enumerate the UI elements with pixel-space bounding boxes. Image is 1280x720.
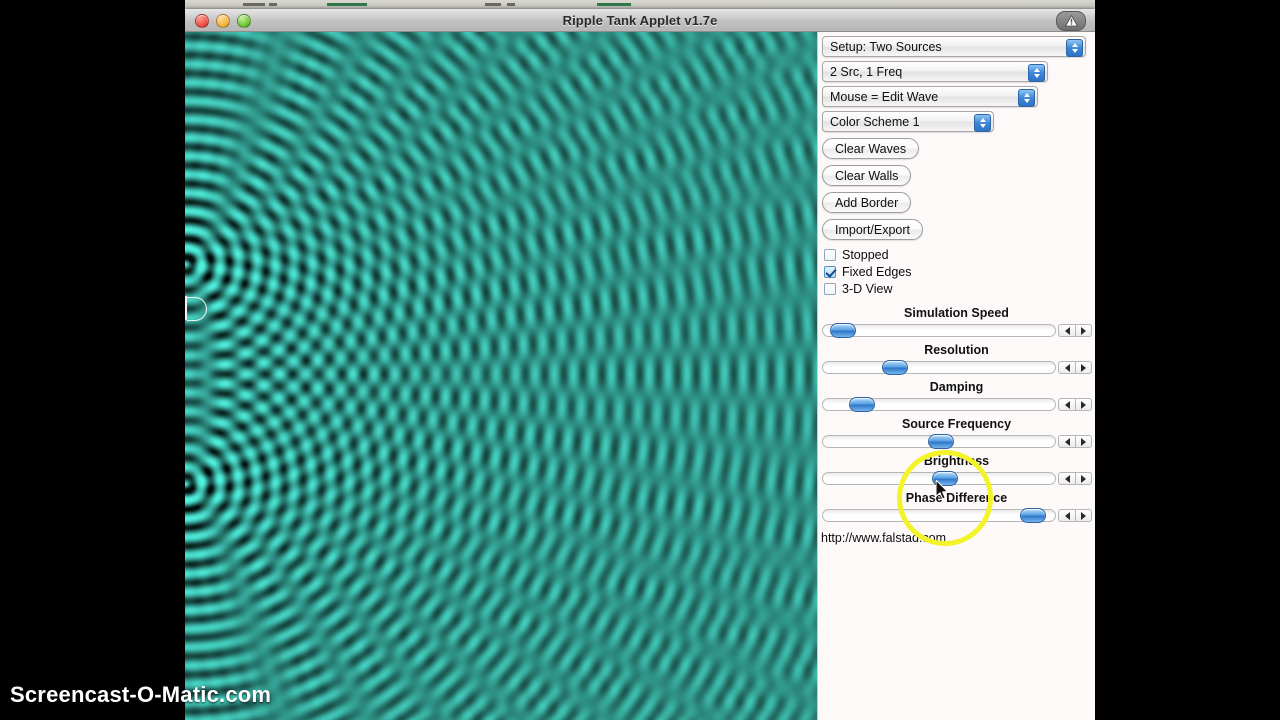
color-scheme-popup-label: Color Scheme 1 bbox=[830, 114, 920, 129]
screencast-watermark: Screencast-O-Matic.com bbox=[10, 682, 272, 707]
clear-waves-button[interactable]: Clear Waves bbox=[822, 138, 920, 159]
minimize-window-button[interactable] bbox=[216, 14, 230, 28]
phase-difference-slider[interactable] bbox=[819, 507, 1094, 524]
chevron-updown-icon[interactable] bbox=[1018, 89, 1035, 107]
slider-thumb[interactable] bbox=[928, 434, 955, 449]
slider-arrow-left-icon[interactable] bbox=[1058, 509, 1075, 522]
clear-walls-button[interactable]: Clear Walls bbox=[822, 165, 912, 186]
mouse-mode-popup-label: Mouse = Edit Wave bbox=[830, 89, 939, 104]
slider-stepper-arrows[interactable] bbox=[1058, 472, 1092, 485]
slider-arrow-right-icon[interactable] bbox=[1075, 472, 1092, 485]
zoom-window-button[interactable] bbox=[237, 14, 251, 28]
slider-arrow-right-icon[interactable] bbox=[1075, 361, 1092, 374]
bg-chip bbox=[269, 3, 277, 6]
slider-arrow-left-icon[interactable] bbox=[1058, 472, 1075, 485]
falstad-url-label[interactable]: http://www.falstad.com bbox=[821, 531, 1095, 545]
setup-popup-label: Setup: Two Sources bbox=[830, 39, 942, 54]
ripple-tank-simulation[interactable] bbox=[185, 32, 817, 720]
slider-stepper-arrows[interactable] bbox=[1058, 435, 1092, 448]
slider-arrow-right-icon[interactable] bbox=[1075, 324, 1092, 337]
bg-chip bbox=[597, 3, 631, 6]
stopped-checkbox-label: Stopped bbox=[842, 248, 889, 262]
3d-view-checkbox[interactable]: 3-D View bbox=[824, 282, 1095, 296]
brightness-slider[interactable] bbox=[819, 470, 1094, 487]
color-scheme-popup[interactable]: Color Scheme 1 bbox=[822, 111, 994, 132]
screen-root: Ripple Tank Applet v1.7e Setup: Two Sour… bbox=[0, 0, 1280, 720]
mouse-mode-popup[interactable]: Mouse = Edit Wave bbox=[822, 86, 1038, 107]
slider-arrow-left-icon[interactable] bbox=[1058, 398, 1075, 411]
resolution-slider[interactable] bbox=[819, 359, 1094, 376]
close-window-button[interactable] bbox=[195, 14, 209, 28]
slider-track[interactable] bbox=[822, 361, 1056, 374]
source-mode-popup[interactable]: 2 Src, 1 Freq bbox=[822, 61, 1048, 82]
damping-block: Damping bbox=[818, 378, 1095, 413]
slider-arrow-left-icon[interactable] bbox=[1058, 435, 1075, 448]
fixed-edges-checkbox[interactable]: Fixed Edges bbox=[824, 265, 1095, 279]
slider-arrow-right-icon[interactable] bbox=[1075, 398, 1092, 411]
phase-difference-block: Phase Difference bbox=[818, 489, 1095, 524]
slider-arrow-right-icon[interactable] bbox=[1075, 435, 1092, 448]
brightness-label: Brightness bbox=[923, 454, 990, 468]
phase-difference-label: Phase Difference bbox=[905, 491, 1008, 505]
checkbox-box-icon[interactable] bbox=[824, 283, 836, 295]
checkbox-box-icon[interactable] bbox=[824, 249, 836, 261]
control-panel: Setup: Two Sources 2 Src, 1 Freq Mouse =… bbox=[817, 32, 1095, 720]
simulation-speed-slider[interactable] bbox=[819, 322, 1094, 339]
slider-stepper-arrows[interactable] bbox=[1058, 324, 1092, 337]
source-frequency-block: Source Frequency bbox=[818, 415, 1095, 450]
ripple-tank-canvas[interactable] bbox=[185, 32, 817, 720]
warning-triangle-icon[interactable] bbox=[1056, 11, 1086, 31]
add-border-button[interactable]: Add Border bbox=[822, 192, 912, 213]
window-body: Setup: Two Sources 2 Src, 1 Freq Mouse =… bbox=[185, 32, 1095, 720]
source-mode-popup-label: 2 Src, 1 Freq bbox=[830, 64, 903, 79]
fixed-edges-checkbox-label: Fixed Edges bbox=[842, 265, 912, 279]
slider-arrow-right-icon[interactable] bbox=[1075, 509, 1092, 522]
slider-stepper-arrows[interactable] bbox=[1058, 361, 1092, 374]
chevron-updown-icon[interactable] bbox=[974, 114, 991, 132]
source-frequency-slider[interactable] bbox=[819, 433, 1094, 450]
slider-arrow-left-icon[interactable] bbox=[1058, 324, 1075, 337]
slider-arrow-left-icon[interactable] bbox=[1058, 361, 1075, 374]
3d-view-checkbox-label: 3-D View bbox=[842, 282, 893, 296]
resolution-block: Resolution bbox=[818, 341, 1095, 376]
damping-label: Damping bbox=[929, 380, 984, 394]
simulation-speed-label: Simulation Speed bbox=[904, 306, 1009, 320]
chevron-updown-icon[interactable] bbox=[1066, 39, 1083, 57]
bg-chip bbox=[327, 3, 367, 6]
checkbox-checked-icon[interactable] bbox=[824, 266, 836, 278]
damping-slider[interactable] bbox=[819, 396, 1094, 413]
slider-track[interactable] bbox=[822, 324, 1056, 337]
brightness-block: Brightness bbox=[818, 452, 1095, 487]
simulation-speed-block: Simulation Speed bbox=[818, 304, 1095, 339]
chevron-updown-icon[interactable] bbox=[1028, 64, 1045, 82]
slider-thumb[interactable] bbox=[932, 471, 959, 486]
stopped-checkbox[interactable]: Stopped bbox=[824, 248, 1095, 262]
bg-chip bbox=[507, 3, 515, 6]
setup-popup[interactable]: Setup: Two Sources bbox=[822, 36, 1086, 57]
slider-stepper-arrows[interactable] bbox=[1058, 398, 1092, 411]
window-titlebar[interactable]: Ripple Tank Applet v1.7e bbox=[185, 9, 1095, 32]
import-export-button[interactable]: Import/Export bbox=[822, 219, 924, 240]
slider-thumb[interactable] bbox=[1019, 508, 1046, 523]
slider-thumb[interactable] bbox=[830, 323, 857, 338]
application-window: Ripple Tank Applet v1.7e Setup: Two Sour… bbox=[185, 9, 1095, 720]
resolution-label: Resolution bbox=[924, 343, 989, 357]
slider-thumb[interactable] bbox=[849, 397, 876, 412]
slider-thumb[interactable] bbox=[882, 360, 909, 375]
source-frequency-label: Source Frequency bbox=[901, 417, 1012, 431]
bg-chip bbox=[243, 3, 265, 6]
slider-stepper-arrows[interactable] bbox=[1058, 509, 1092, 522]
window-title: Ripple Tank Applet v1.7e bbox=[562, 12, 718, 28]
bg-chip bbox=[485, 3, 501, 6]
